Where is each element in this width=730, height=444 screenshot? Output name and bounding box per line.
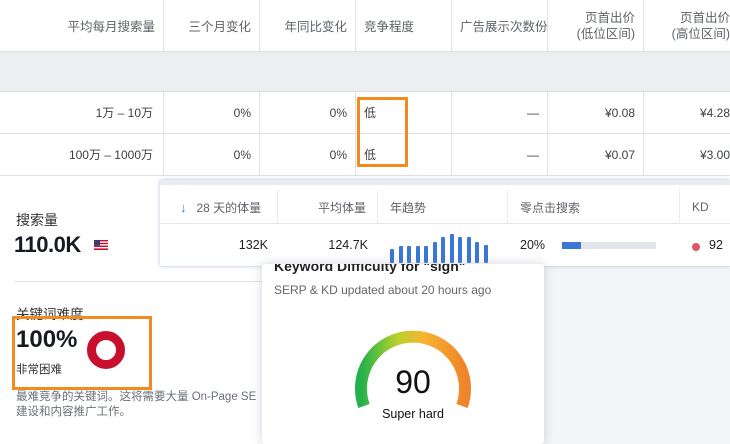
- trend-bar: [475, 242, 479, 263]
- col-header-top-bid-high-line1: 页首出价: [679, 10, 730, 25]
- metrics-header-row: ↓ 28 天的体量 平均体量 年趋势 零点击搜索 KD: [160, 190, 730, 224]
- keyword-planner-table: 平均每月搜索量 三个月变化 年同比变化 竞争程度 广告展示次数份 页首出价 (低…: [0, 0, 730, 180]
- trend-bar: [407, 246, 411, 263]
- competition-highlight-box: [357, 97, 408, 167]
- cell-impression-share: —: [452, 92, 548, 133]
- avg-volume-value: 124.7K: [328, 238, 368, 252]
- trend-bar: [432, 242, 437, 263]
- section-divider: [14, 281, 262, 282]
- cell-bid-low: ¥0.07: [548, 134, 644, 175]
- col-header-yoy-change[interactable]: 年同比变化: [260, 0, 356, 51]
- col-header-competition[interactable]: 竞争程度: [356, 0, 452, 51]
- cell-yoy: 0%: [260, 134, 356, 175]
- keyword-difficulty-popup: Keyword Difficulty for "sign" SERP & KD …: [262, 264, 544, 444]
- table-header-row: 平均每月搜索量 三个月变化 年同比变化 竞争程度 广告展示次数份 页首出价 (低…: [0, 0, 730, 52]
- search-volume-value: 110.0K: [14, 232, 81, 257]
- zero-click-bar-fill: [562, 242, 581, 249]
- kd-status-dot: [692, 243, 700, 251]
- col-header-avg-monthly-searches[interactable]: 平均每月搜索量: [0, 0, 164, 51]
- cell-bid-high: ¥3.00: [699, 147, 730, 162]
- cell-bid-low: ¥0.08: [548, 92, 644, 133]
- trend-bar: [466, 237, 471, 263]
- col-header-kd[interactable]: KD: [680, 190, 730, 224]
- zero-click-value: 20%: [520, 238, 546, 252]
- cell-searches: 100万 – 1000万: [0, 134, 164, 175]
- gauge-label: Super hard: [382, 407, 444, 421]
- yearly-trend-sparkline: [390, 233, 494, 263]
- metrics-data-row[interactable]: 132K 124.7K 20% 92: [160, 225, 730, 265]
- col-header-zero-click[interactable]: 零点击搜索: [508, 190, 680, 224]
- trend-bar: [458, 237, 462, 263]
- col-header-yearly-trend[interactable]: 年趋势: [378, 190, 508, 224]
- us-flag-icon: [94, 240, 108, 250]
- cell-three-month: 0%: [164, 134, 260, 175]
- cell-impression-share: —: [452, 134, 548, 175]
- cell-yoy: 0%: [260, 92, 356, 133]
- description-line: 建设和内容推广工作。: [16, 406, 131, 418]
- col-header-avg-volume[interactable]: 平均体量: [278, 190, 378, 224]
- trend-bar: [483, 245, 488, 263]
- gauge-score: 90: [395, 364, 431, 400]
- col-header-top-bid-high[interactable]: 页首出价 (高位区间): [644, 0, 730, 51]
- keyword-difficulty-description: 最难竞争的关键词。这将需要大量 On-Page SE 建设和内容推广工作。: [16, 390, 262, 420]
- popup-updated-text: SERP & KD updated about 20 hours ago: [274, 283, 492, 297]
- search-volume-label: 搜索量: [16, 212, 58, 228]
- volume-28d-value: 132K: [238, 238, 268, 252]
- trend-bar: [398, 246, 403, 263]
- col-header-top-bid-low-line1: 页首出价: [584, 10, 635, 25]
- table-group-band: [0, 52, 730, 92]
- col-header-volume-28d-label: 28 天的体量: [196, 200, 262, 215]
- trend-bar: [441, 237, 445, 263]
- kd-value: 92: [709, 238, 723, 252]
- cell-three-month: 0%: [164, 92, 260, 133]
- col-header-ad-impression-share[interactable]: 广告展示次数份: [452, 0, 548, 51]
- trend-bar: [415, 246, 420, 263]
- trend-bar: [390, 249, 394, 263]
- col-header-volume-28d[interactable]: ↓ 28 天的体量: [160, 190, 278, 224]
- col-header-top-bid-low[interactable]: 页首出价 (低位区间): [548, 0, 644, 51]
- col-header-top-bid-high-line2: (高位区间): [671, 26, 730, 41]
- sort-down-arrow-icon[interactable]: ↓: [180, 200, 187, 215]
- description-line: 最难竞争的关键词。这将需要大量 On-Page SE: [16, 391, 257, 403]
- popup-title: Keyword Difficulty for "sign": [274, 264, 466, 274]
- trend-bar: [449, 234, 454, 263]
- col-header-top-bid-low-line2: (低位区间): [576, 26, 635, 41]
- keyword-metrics-bar: ↓ 28 天的体量 平均体量 年趋势 零点击搜索 KD 132K 124.7K …: [160, 180, 730, 266]
- cell-searches: 1万 – 10万: [0, 92, 164, 133]
- trend-bar: [424, 246, 428, 263]
- col-header-three-month-change[interactable]: 三个月变化: [164, 0, 260, 51]
- difficulty-highlight-box: [12, 316, 152, 390]
- cell-bid-high: ¥4.28: [699, 105, 730, 120]
